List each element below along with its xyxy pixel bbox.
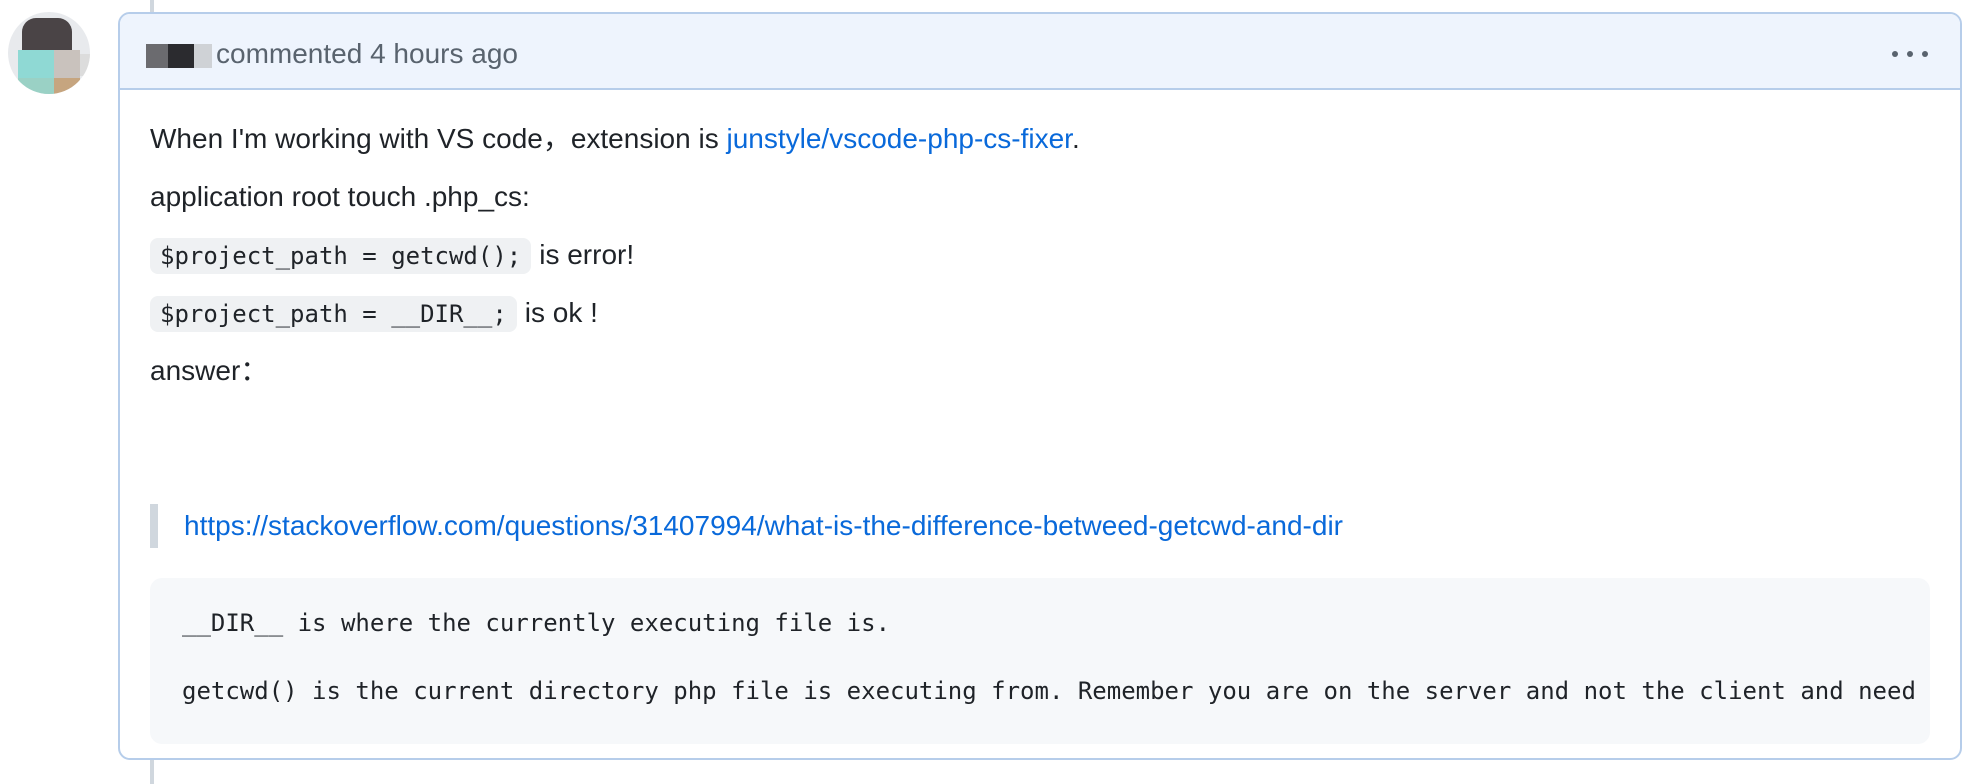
comment-paragraph-4: $project_path = __DIR__; is ok ! <box>150 294 598 333</box>
avatar-pixel <box>18 78 54 94</box>
avatar-pixel <box>54 78 80 94</box>
redaction-block <box>146 44 168 68</box>
comment-paragraph-5: answer： <box>150 355 269 386</box>
kebab-dot <box>1922 51 1928 57</box>
author-name-redacted[interactable] <box>146 44 214 68</box>
paragraph-text: . <box>1071 123 1080 154</box>
redaction-block <box>194 44 212 68</box>
inline-code: $project_path = getcwd(); <box>150 238 532 274</box>
comment-paragraph-3: $project_path = getcwd(); is error! <box>150 236 634 275</box>
extension-link[interactable]: junstyle/vscode-php-cs-fixer <box>726 123 1071 154</box>
comment-header: commented 4 hours ago <box>120 14 1960 90</box>
kebab-dot <box>1892 51 1898 57</box>
kebab-dot <box>1907 51 1913 57</box>
avatar-pixel <box>54 50 80 80</box>
author-avatar[interactable] <box>8 12 90 94</box>
avatar-pixel <box>80 54 90 76</box>
avatar-pixel <box>22 18 72 54</box>
paragraph-text: is ok ! <box>524 297 598 328</box>
redaction-block <box>168 44 194 68</box>
comment-paragraph-2: application root touch .php_cs: <box>150 181 530 212</box>
kebab-horizontal-icon[interactable] <box>1890 42 1930 66</box>
blockquote: https://stackoverflow.com/questions/3140… <box>150 504 1343 548</box>
paragraph-text: When I'm working with VS code，extension … <box>150 123 727 154</box>
avatar-pixel <box>18 50 54 80</box>
paragraph-text: is error! <box>539 239 635 270</box>
comment-box: commented 4 hours ago When I'm working w… <box>118 12 1962 760</box>
comment-timestamp[interactable]: commented 4 hours ago <box>216 34 518 74</box>
comment-paragraph-1: When I'm working with VS code，extension … <box>150 120 1080 158</box>
inline-code: $project_path = __DIR__; <box>150 296 517 332</box>
code-line: __DIR__ is where the currently executing… <box>182 609 891 637</box>
code-line: getcwd() is the current directory php fi… <box>182 677 1930 705</box>
code-block[interactable]: __DIR__ is where the currently executing… <box>150 578 1930 744</box>
stackoverflow-link[interactable]: https://stackoverflow.com/questions/3140… <box>184 510 1343 541</box>
